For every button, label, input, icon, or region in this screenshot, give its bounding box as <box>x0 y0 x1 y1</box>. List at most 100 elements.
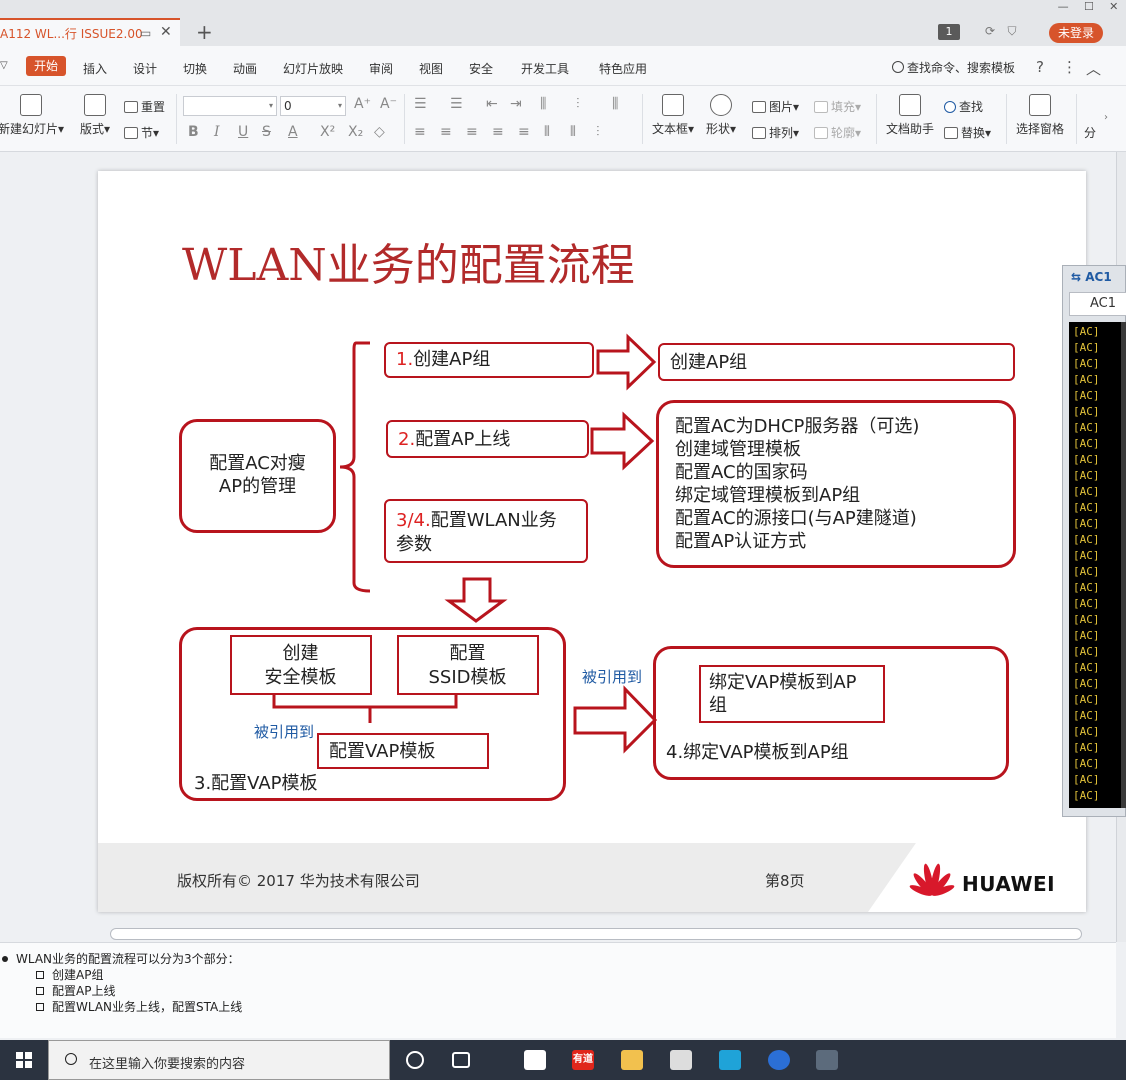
menu-view[interactable]: 视图 <box>419 60 443 77</box>
align-center-icon[interactable]: ≡ <box>440 124 452 140</box>
italic-icon[interactable]: I <box>214 124 220 140</box>
vap-template-box[interactable]: 配置VAP模板 <box>317 733 489 769</box>
cloud-icon[interactable]: ⟳ <box>982 24 998 40</box>
step2-details-box[interactable]: 配置AC为DHCP服务器（可选) 创建域管理模板 配置AC的国家码 绑定域管理模… <box>656 400 1016 568</box>
replace-button[interactable]: 替换▾ <box>944 124 991 141</box>
align-right-icon[interactable]: ≡ <box>466 124 478 140</box>
collapse-ribbon-icon[interactable]: ︿ <box>1086 58 1101 79</box>
distribute-icon[interactable]: ≡ <box>518 124 530 140</box>
slide-canvas[interactable]: WLAN业务的配置流程 配置AC对瘦 AP的管理 1.创建AP组 创建AP组 2… <box>98 171 1086 912</box>
justify-icon[interactable]: ≡ <box>492 124 504 140</box>
arrange-button[interactable]: 排列▾ <box>752 124 799 141</box>
section-button[interactable]: 节▾ <box>124 124 159 141</box>
new-slide-button[interactable]: 新建幻灯片▾ <box>0 94 64 137</box>
select-pane-button[interactable]: 选择窗格 <box>1016 94 1064 137</box>
main-management-box[interactable]: 配置AC对瘦 AP的管理 <box>179 419 336 533</box>
app-icon[interactable] <box>719 1050 741 1070</box>
underline-icon[interactable]: U <box>238 124 248 140</box>
outline-button[interactable]: 轮廓▾ <box>814 124 861 141</box>
ssid-template-box[interactable]: 配置 SSID模板 <box>397 635 539 695</box>
reset-button[interactable]: 重置 <box>124 98 165 115</box>
bold-icon[interactable]: B <box>188 124 199 140</box>
ac1-tab[interactable]: AC1 <box>1069 292 1126 316</box>
columns-2-icon[interactable]: ⫴ <box>570 124 576 140</box>
menu-insert[interactable]: 插入 <box>83 60 107 77</box>
minimize-icon[interactable]: — <box>1058 0 1069 18</box>
store-icon[interactable] <box>670 1050 692 1070</box>
font-color-icon[interactable]: A <box>288 124 298 140</box>
command-search[interactable]: 查找命令、搜索模板 <box>892 59 1015 76</box>
menu-slideshow[interactable]: 幻灯片放映 <box>283 60 343 77</box>
taskbar-search-box[interactable]: 在这里输入你要搜索的内容 <box>48 1040 390 1080</box>
increase-indent-icon[interactable]: ⇥ <box>510 96 522 112</box>
find-button[interactable]: 查找 <box>944 98 983 115</box>
strikethrough-icon[interactable]: S <box>262 124 271 140</box>
ac1-terminal[interactable]: [AC] [AC] [AC] [AC] [AC] [AC] [AC] [AC] [AC] [AC]… <box>1069 322 1121 808</box>
clear-format-icon[interactable]: ◇ <box>374 124 385 140</box>
document-tab[interactable]: A112 WL...行 ISSUE2.00 ▭ ✕ <box>0 18 180 46</box>
textbox-button[interactable]: 文本框▾ <box>652 94 694 137</box>
file-explorer-icon[interactable] <box>621 1050 643 1070</box>
menu-design[interactable]: 设计 <box>133 60 157 77</box>
notes-pane[interactable]: WLAN业务的配置流程可以分为3个部分： 创建AP组 配置AP上线 配置WLAN… <box>0 942 1116 1038</box>
subscript-icon[interactable]: X₂ <box>348 124 363 140</box>
step1-box[interactable]: 1.创建AP组 <box>384 342 594 378</box>
decrease-indent-icon[interactable]: ⇤ <box>486 96 498 112</box>
font-size-select[interactable]: 0 ▾ <box>280 96 346 116</box>
step34-box[interactable]: 3/4.配置WLAN业务 参数 <box>384 499 588 563</box>
menu-fold-icon[interactable]: ▽ <box>0 60 8 71</box>
align-text-icon[interactable]: ⫼ <box>612 96 618 112</box>
shape-button[interactable]: 形状▾ <box>706 94 736 137</box>
more-icon[interactable]: ⋮ <box>1062 58 1077 76</box>
page-count-badge[interactable]: 1 <box>938 24 960 40</box>
ac1-console-window[interactable]: ⇆ AC1 AC1 [AC] [AC] [AC] [AC] [AC] [AC] [AC] [A… <box>1062 265 1126 817</box>
youdao-icon[interactable]: 有道 <box>572 1050 594 1070</box>
step2-box[interactable]: 2.配置AP上线 <box>386 420 589 458</box>
new-tab-button[interactable]: + <box>196 20 213 44</box>
font-name-select[interactable]: ▾ <box>183 96 277 116</box>
task-view-icon[interactable] <box>452 1052 470 1068</box>
windows-start-icon[interactable] <box>16 1052 32 1068</box>
wps-icon[interactable] <box>768 1050 790 1070</box>
security-template-box[interactable]: 创建 安全模板 <box>230 635 372 695</box>
shrink-font-icon[interactable]: A⁻ <box>380 96 397 112</box>
menu-security[interactable]: 安全 <box>469 60 493 77</box>
more-toolbar-button[interactable]: 分 <box>1084 124 1096 141</box>
grow-font-icon[interactable]: A⁺ <box>354 96 371 112</box>
close-tab-icon[interactable]: ✕ <box>160 24 172 40</box>
close-window-icon[interactable]: ✕ <box>1109 0 1118 18</box>
maximize-icon[interactable]: ☐ <box>1084 0 1094 18</box>
horizontal-scrollbar[interactable] <box>110 928 1082 940</box>
menu-animation[interactable]: 动画 <box>233 60 257 77</box>
menu-start-tab[interactable]: 开始 <box>26 56 66 76</box>
bullet-list-icon[interactable]: ☰ <box>414 96 427 112</box>
align-left-icon[interactable]: ≡ <box>414 124 426 140</box>
mail-icon[interactable] <box>524 1050 546 1070</box>
numbered-list-icon[interactable]: ☰ <box>450 96 463 112</box>
cortana-icon[interactable] <box>406 1051 424 1069</box>
login-button[interactable]: 未登录 <box>1049 23 1103 43</box>
fill-button[interactable]: 填充▾ <box>814 98 861 115</box>
menu-transition[interactable]: 切换 <box>183 60 207 77</box>
ensp-icon[interactable] <box>816 1050 838 1070</box>
taskbar: 在这里输入你要搜索的内容 有道 <box>0 1040 1126 1080</box>
menu-features[interactable]: 特色应用 <box>599 60 647 77</box>
vap-group-label: 3.配置VAP模板 <box>194 773 318 794</box>
bind-vap-box[interactable]: 绑定VAP模板到AP 组 <box>699 665 885 723</box>
picture-button[interactable]: 图片▾ <box>752 98 799 115</box>
console-line: [AC] <box>1073 613 1100 626</box>
menu-developer[interactable]: 开发工具 <box>521 60 569 77</box>
text-direction-icon[interactable]: ⫼ <box>540 96 546 112</box>
layout-button[interactable]: 版式▾ <box>80 94 110 137</box>
doc-assistant-button[interactable]: 文档助手 <box>886 94 934 137</box>
superscript-icon[interactable]: X² <box>320 124 335 140</box>
scroll-right-icon[interactable]: › <box>1104 112 1108 123</box>
line-spacing-icon[interactable]: ⫶ <box>576 96 580 112</box>
menu-review[interactable]: 审阅 <box>369 60 393 77</box>
shirt-icon[interactable]: ⛉ <box>1004 24 1020 40</box>
columns-icon[interactable]: ⫴ <box>544 124 550 140</box>
paragraph-icon[interactable]: ⫶ <box>596 124 600 140</box>
help-icon[interactable]: ? <box>1036 58 1044 76</box>
step1-result-box[interactable]: 创建AP组 <box>658 343 1015 381</box>
screen-icon[interactable]: ▭ <box>140 26 151 40</box>
